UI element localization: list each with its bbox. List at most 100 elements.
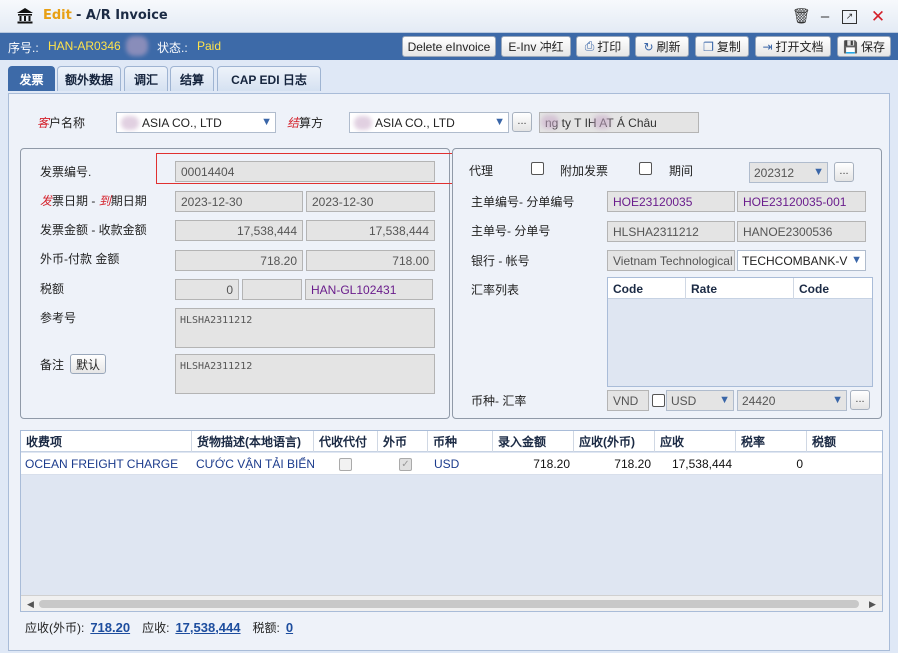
tab-exchange[interactable]: 调汇: [124, 66, 168, 91]
seq-label: 序号.:: [8, 41, 39, 55]
total-ar-fx-value[interactable]: 718.20: [90, 620, 130, 635]
master-no-field[interactable]: HLSHA2311212: [607, 221, 735, 242]
close-icon[interactable]: ✕: [869, 8, 887, 26]
tax-gl-ref-field[interactable]: HAN-GL102431: [305, 279, 433, 300]
exchange-rate-more-button[interactable]: ...: [850, 390, 870, 410]
open-document-button[interactable]: ⇥ 打开文档: [755, 36, 831, 57]
rate-col-rate: Rate: [686, 278, 794, 299]
refresh-button[interactable]: ↻ 刷新: [635, 36, 689, 57]
tax-extra-field[interactable]: [242, 279, 302, 300]
agent-checkbox[interactable]: [531, 162, 544, 175]
settlement-party-value: ASIA CO., LTD: [375, 115, 455, 130]
invoice-due-date-label: 发票日期 - 到期日期: [40, 194, 147, 208]
bank-account-select[interactable]: TECHCOMBANK-V ▼: [737, 250, 866, 271]
cell-entered-amount: 718.20: [533, 456, 570, 471]
scroll-right-icon[interactable]: ▶: [869, 599, 876, 610]
status-label: 状态.:: [157, 41, 188, 55]
rate-list-table[interactable]: Code Rate Code: [607, 277, 873, 387]
agent-label: 代理: [469, 164, 494, 178]
title-bar: Edit - A/R Invoice 🗑 – ↗ ✕: [0, 0, 898, 33]
additional-invoice-checkbox[interactable]: [639, 162, 652, 175]
default-button[interactable]: 默认: [70, 354, 106, 374]
minimize-icon[interactable]: –: [816, 8, 834, 26]
invoice-amount-field[interactable]: 17,538,444: [175, 220, 303, 241]
mbl-no-field[interactable]: HOE23120035: [607, 191, 735, 212]
cell-tax: [807, 453, 882, 474]
save-icon: 💾: [843, 39, 858, 54]
status-value: Paid: [197, 39, 222, 53]
bank-name-field[interactable]: Vietnam Technological: [607, 250, 735, 271]
party-name-field[interactable]: ng ty T IH AT Á Châu: [539, 112, 699, 133]
bank-account-label: 银行 - 帐号: [471, 254, 530, 268]
charges-table[interactable]: 收费项 货物描述(本地语言) 代收代付 外币 币种 录入金额 应收(外币) 应收…: [20, 430, 883, 612]
settlement-party-more-button[interactable]: ...: [512, 112, 532, 132]
save-button[interactable]: 💾 保存: [837, 36, 891, 57]
hbl-no-field[interactable]: HOE23120035-001: [737, 191, 866, 212]
foreign-checkbox-checked[interactable]: ✓: [399, 458, 412, 471]
fx-paid-field[interactable]: 718.00: [306, 250, 435, 271]
customer-select[interactable]: ASIA CO., LTD ▼: [116, 112, 276, 133]
tab-strip: 发票 额外数据 调汇 结算 CAP EDI 日志: [0, 60, 898, 93]
charges-header: 收费项 货物描述(本地语言) 代收代付 外币 币种 录入金额 应收(外币) 应收…: [21, 431, 882, 452]
house-no-field[interactable]: HANOE2300536: [737, 221, 866, 242]
tab-settlement[interactable]: 结算: [170, 66, 214, 91]
currency-checkbox[interactable]: [652, 394, 665, 407]
open-document-icon: ⇥: [762, 39, 773, 54]
cell-currency: USD: [434, 456, 460, 471]
cell-ar-fx: 718.20: [614, 456, 651, 471]
col-charge-item: 收费项: [21, 431, 192, 452]
scroll-left-icon[interactable]: ◀: [27, 599, 34, 610]
chevron-down-icon: ▼: [261, 116, 272, 128]
tab-invoice[interactable]: 发票: [8, 66, 55, 91]
customer-value: ASIA CO., LTD: [142, 115, 222, 130]
collect-pay-checkbox[interactable]: [339, 458, 352, 471]
reference-field[interactable]: HLSHA2311212: [175, 308, 435, 348]
horizontal-scrollbar[interactable]: ◀ ▶: [21, 595, 882, 611]
tab-extra-data[interactable]: 额外数据: [57, 66, 121, 91]
cell-description: CƯỚC VẬN TẢI BIỂN: [196, 456, 314, 471]
fx-amount-field[interactable]: 718.20: [175, 250, 303, 271]
table-row[interactable]: OCEAN FREIGHT CHARGE CƯỚC VẬN TẢI BIỂN ✓…: [21, 453, 882, 475]
exchange-rate-select[interactable]: 24420 ▼: [737, 390, 847, 411]
col-collect-pay: 代收代付: [314, 431, 378, 452]
copy-button[interactable]: ❐ 复制: [695, 36, 749, 57]
total-ar-value[interactable]: 17,538,444: [175, 620, 240, 635]
scrollbar-thumb[interactable]: [39, 600, 859, 608]
print-button[interactable]: ⎙ 打印: [576, 36, 630, 57]
period-select[interactable]: 202312 ▼: [749, 162, 828, 183]
chevron-down-icon: ▼: [832, 394, 843, 406]
mbl-hbl-label: 主单编号- 分单编号: [471, 195, 575, 209]
rate-col-code: Code: [608, 278, 686, 299]
settlement-party-label: 结算方: [287, 116, 324, 130]
rate-col-code2: Code: [799, 281, 829, 296]
redacted-blur: [541, 115, 559, 129]
invoice-date-field[interactable]: 2023-12-30: [175, 191, 303, 212]
reference-label: 参考号: [40, 311, 77, 325]
tax-value-field[interactable]: 0: [175, 279, 239, 300]
col-foreign: 外币: [378, 431, 428, 452]
fx-currency-select[interactable]: USD ▼: [666, 390, 734, 411]
received-amount-field[interactable]: 17,538,444: [306, 220, 435, 241]
rate-list-header: Code Rate Code: [608, 278, 872, 299]
total-tax-label: 税额:: [252, 620, 280, 635]
cell-tax-rate: 0: [796, 456, 803, 471]
period-more-button[interactable]: ...: [834, 162, 854, 182]
trash-icon[interactable]: 🗑: [792, 8, 811, 26]
invoice-form: 客户名称 ASIA CO., LTD ▼ 结算方 ASIA CO., LTD ▼…: [8, 93, 890, 651]
chevron-down-icon: ▼: [719, 394, 730, 406]
remark-field[interactable]: HLSHA2311212: [175, 354, 435, 394]
delete-einvoice-button[interactable]: Delete eInvoice: [402, 36, 496, 57]
customer-label: 客户名称: [37, 116, 86, 130]
total-tax-value[interactable]: 0: [286, 620, 293, 635]
due-date-field[interactable]: 2023-12-30: [306, 191, 435, 212]
einv-red-button[interactable]: E-Inv 冲红: [501, 36, 571, 57]
total-ar-label: 应收:: [142, 620, 170, 635]
chevron-down-icon: ▼: [494, 116, 505, 128]
highlight-box: [156, 153, 454, 184]
fx-amount-label: 外币-付款 金额: [40, 252, 120, 266]
local-currency-field[interactable]: VND: [607, 390, 649, 411]
tab-cap-edi-log[interactable]: CAP EDI 日志: [217, 66, 321, 91]
maximize-icon[interactable]: ↗: [842, 10, 857, 24]
seq-value: HAN-AR0346: [48, 39, 121, 53]
settlement-party-select[interactable]: ASIA CO., LTD ▼: [349, 112, 509, 133]
